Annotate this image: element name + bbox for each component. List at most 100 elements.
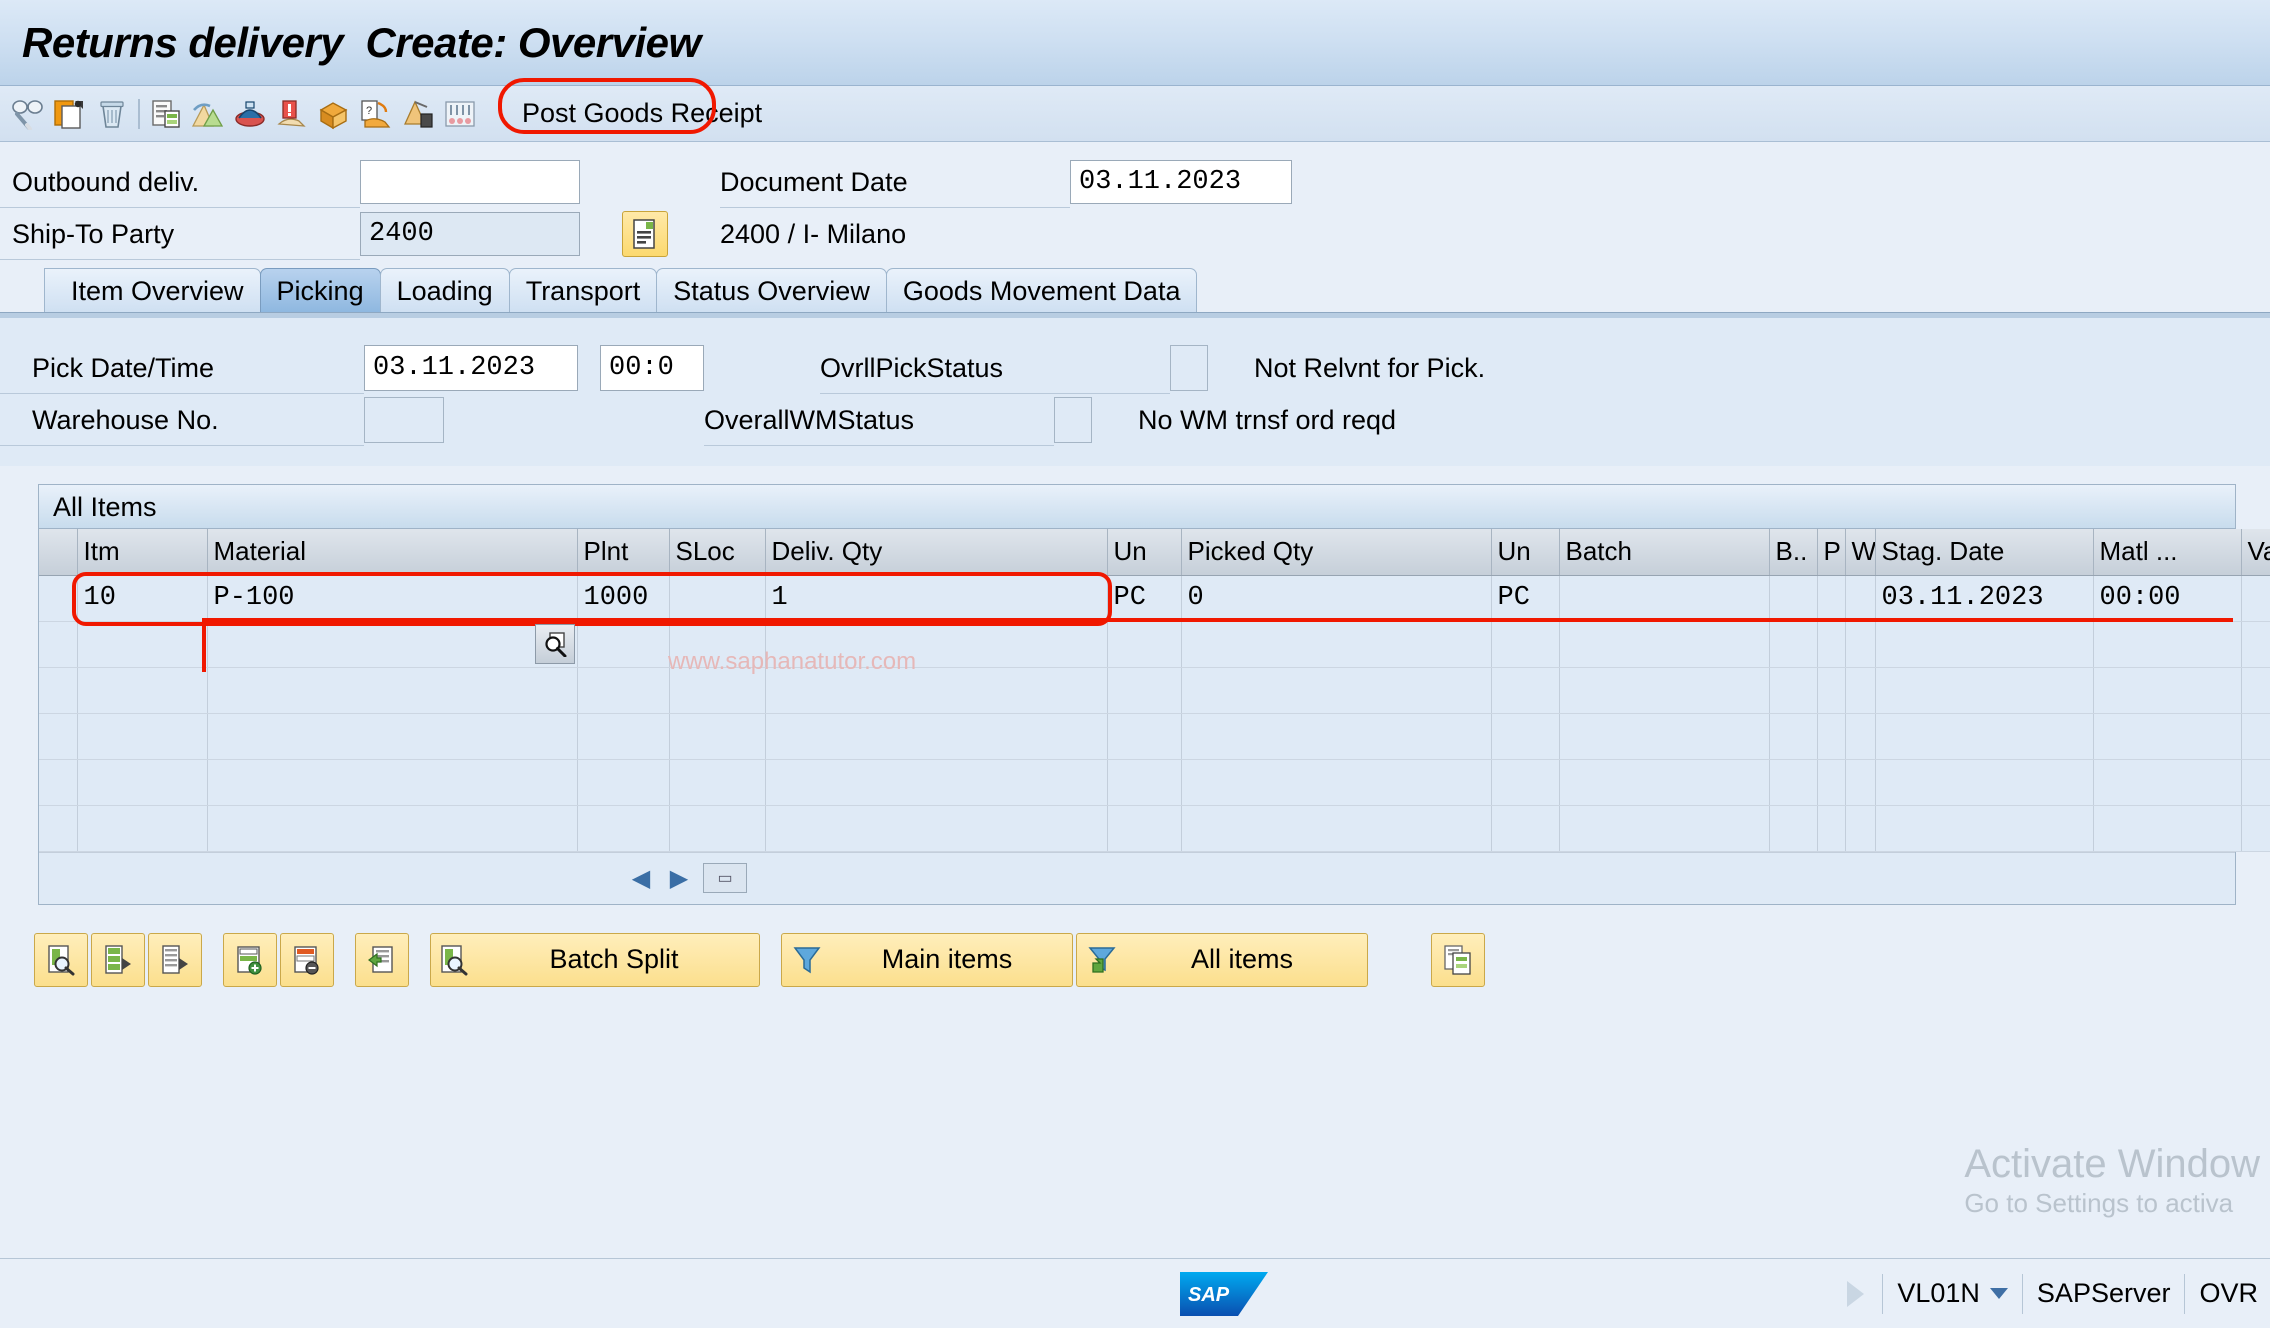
cell-batch[interactable] xyxy=(1559,759,1770,806)
cell-pickedqty[interactable] xyxy=(1181,759,1492,806)
grid-resize-handle[interactable]: ▭ xyxy=(703,863,747,893)
cell-delivqty[interactable] xyxy=(765,713,1108,760)
crane-loading-icon[interactable] xyxy=(398,94,438,134)
cell-matl[interactable] xyxy=(2093,621,2242,668)
cell-un1[interactable] xyxy=(1107,713,1182,760)
batch-split-button[interactable]: Batch Split xyxy=(430,932,760,987)
document-date-input[interactable] xyxy=(1070,160,1292,204)
cell-stagdate[interactable] xyxy=(1875,621,2094,668)
cell-itm[interactable] xyxy=(77,713,208,760)
cell-matl[interactable] xyxy=(2093,667,2242,714)
cell-material[interactable]: P-100 xyxy=(207,575,578,622)
row-select-cell[interactable] xyxy=(39,759,78,806)
cell-delivqty[interactable] xyxy=(765,667,1108,714)
scroll-left-icon[interactable]: ◀ xyxy=(627,863,655,893)
cell-sloc[interactable] xyxy=(669,805,766,852)
col-b[interactable]: B.. xyxy=(1769,529,1818,576)
cell-pickedqty[interactable]: 0 xyxy=(1181,575,1492,622)
table-row[interactable] xyxy=(39,759,2270,806)
cell-w[interactable] xyxy=(1845,621,1876,668)
cell-stagdate[interactable] xyxy=(1875,667,2094,714)
cell-stagdate[interactable] xyxy=(1875,713,2094,760)
cell-val[interactable] xyxy=(2241,805,2270,852)
cell-b[interactable] xyxy=(1769,621,1818,668)
overall-wm-status-field[interactable] xyxy=(1054,397,1092,443)
cell-val[interactable] xyxy=(2241,621,2270,668)
cell-pickedqty[interactable] xyxy=(1181,667,1492,714)
select-item-button[interactable] xyxy=(91,932,145,987)
warehouse-no-input[interactable] xyxy=(364,397,444,443)
cell-p[interactable] xyxy=(1817,667,1846,714)
cell-p[interactable] xyxy=(1817,713,1846,760)
tab-picking[interactable]: Picking xyxy=(259,268,381,312)
cell-stagdate[interactable] xyxy=(1875,759,2094,806)
row-select-cell[interactable] xyxy=(39,667,78,714)
cell-stagdate[interactable]: 03.11.2023 xyxy=(1875,575,2094,622)
document-flow-button[interactable] xyxy=(1431,932,1485,987)
cell-material[interactable] xyxy=(207,759,578,806)
cell-sloc[interactable] xyxy=(669,713,766,760)
picking-overview-icon[interactable] xyxy=(440,94,480,134)
cell-p[interactable] xyxy=(1817,759,1846,806)
cell-val[interactable] xyxy=(2241,575,2270,622)
cell-matl[interactable] xyxy=(2093,805,2242,852)
goods-issue-icon[interactable] xyxy=(314,94,354,134)
cell-b[interactable] xyxy=(1769,759,1818,806)
cell-delivqty[interactable] xyxy=(765,805,1108,852)
status-insert-mode[interactable]: OVR xyxy=(2199,1278,2270,1309)
cell-itm[interactable] xyxy=(77,759,208,806)
chevron-down-icon[interactable] xyxy=(1989,1288,2008,1299)
col-material[interactable]: Material xyxy=(207,529,578,576)
cell-un2[interactable] xyxy=(1491,667,1560,714)
cell-batch[interactable] xyxy=(1559,805,1770,852)
cell-w[interactable] xyxy=(1845,713,1876,760)
cell-itm[interactable] xyxy=(77,805,208,852)
col-un2[interactable]: Un xyxy=(1491,529,1560,576)
outbound-deliv-input[interactable] xyxy=(360,160,580,204)
cell-un2[interactable]: PC xyxy=(1491,575,1560,622)
cell-w[interactable] xyxy=(1845,805,1876,852)
display-item-details-button[interactable] xyxy=(34,932,88,987)
cell-val[interactable] xyxy=(2241,759,2270,806)
cell-plnt[interactable] xyxy=(577,713,670,760)
copy-item-button[interactable] xyxy=(355,932,409,987)
status-expand-icon[interactable] xyxy=(1847,1280,1865,1307)
col-val[interactable]: Val. xyxy=(2241,529,2270,576)
cell-plnt[interactable]: 1000 xyxy=(577,575,670,622)
col-p[interactable]: P xyxy=(1817,529,1846,576)
cell-p[interactable] xyxy=(1817,621,1846,668)
tab-item-overview[interactable]: Item Overview xyxy=(44,268,261,312)
table-row[interactable]: 10 P-100 1000 1 PC 0 PC 03.11.2023 00:00 xyxy=(39,575,2270,622)
copy-document-icon[interactable] xyxy=(50,94,90,134)
cell-batch[interactable] xyxy=(1559,575,1770,622)
col-matl[interactable]: Matl ... xyxy=(2093,529,2242,576)
magnifier-search-help-icon[interactable] xyxy=(534,623,575,664)
cell-material[interactable] xyxy=(207,667,578,714)
pick-date-input[interactable] xyxy=(364,345,578,391)
col-delivqty[interactable]: Deliv. Qty xyxy=(765,529,1108,576)
ovrll-pick-status-field[interactable] xyxy=(1170,345,1208,391)
delete-item-button[interactable] xyxy=(280,932,334,987)
cell-un1[interactable] xyxy=(1107,621,1182,668)
tab-loading[interactable]: Loading xyxy=(379,268,510,312)
packing-icon[interactable] xyxy=(230,94,270,134)
scroll-right-icon[interactable]: ▶ xyxy=(665,863,693,893)
batch-split-icon[interactable]: ? xyxy=(356,94,396,134)
cell-p[interactable] xyxy=(1817,805,1846,852)
cell-w[interactable] xyxy=(1845,667,1876,714)
tab-status-overview[interactable]: Status Overview xyxy=(656,268,887,312)
warning-post-icon[interactable] xyxy=(272,94,312,134)
pick-time-input[interactable] xyxy=(600,345,704,391)
col-plnt[interactable]: Plnt xyxy=(577,529,670,576)
document-list-icon[interactable] xyxy=(146,94,186,134)
cell-delivqty[interactable]: 1 xyxy=(765,575,1108,622)
col-w[interactable]: W xyxy=(1845,529,1876,576)
cell-matl[interactable] xyxy=(2093,759,2242,806)
cell-b[interactable] xyxy=(1769,575,1818,622)
cell-val[interactable] xyxy=(2241,713,2270,760)
cell-un1[interactable] xyxy=(1107,805,1182,852)
cell-sloc[interactable] xyxy=(669,621,766,668)
cell-plnt[interactable] xyxy=(577,805,670,852)
cell-pickedqty[interactable] xyxy=(1181,713,1492,760)
cell-sloc[interactable] xyxy=(669,575,766,622)
